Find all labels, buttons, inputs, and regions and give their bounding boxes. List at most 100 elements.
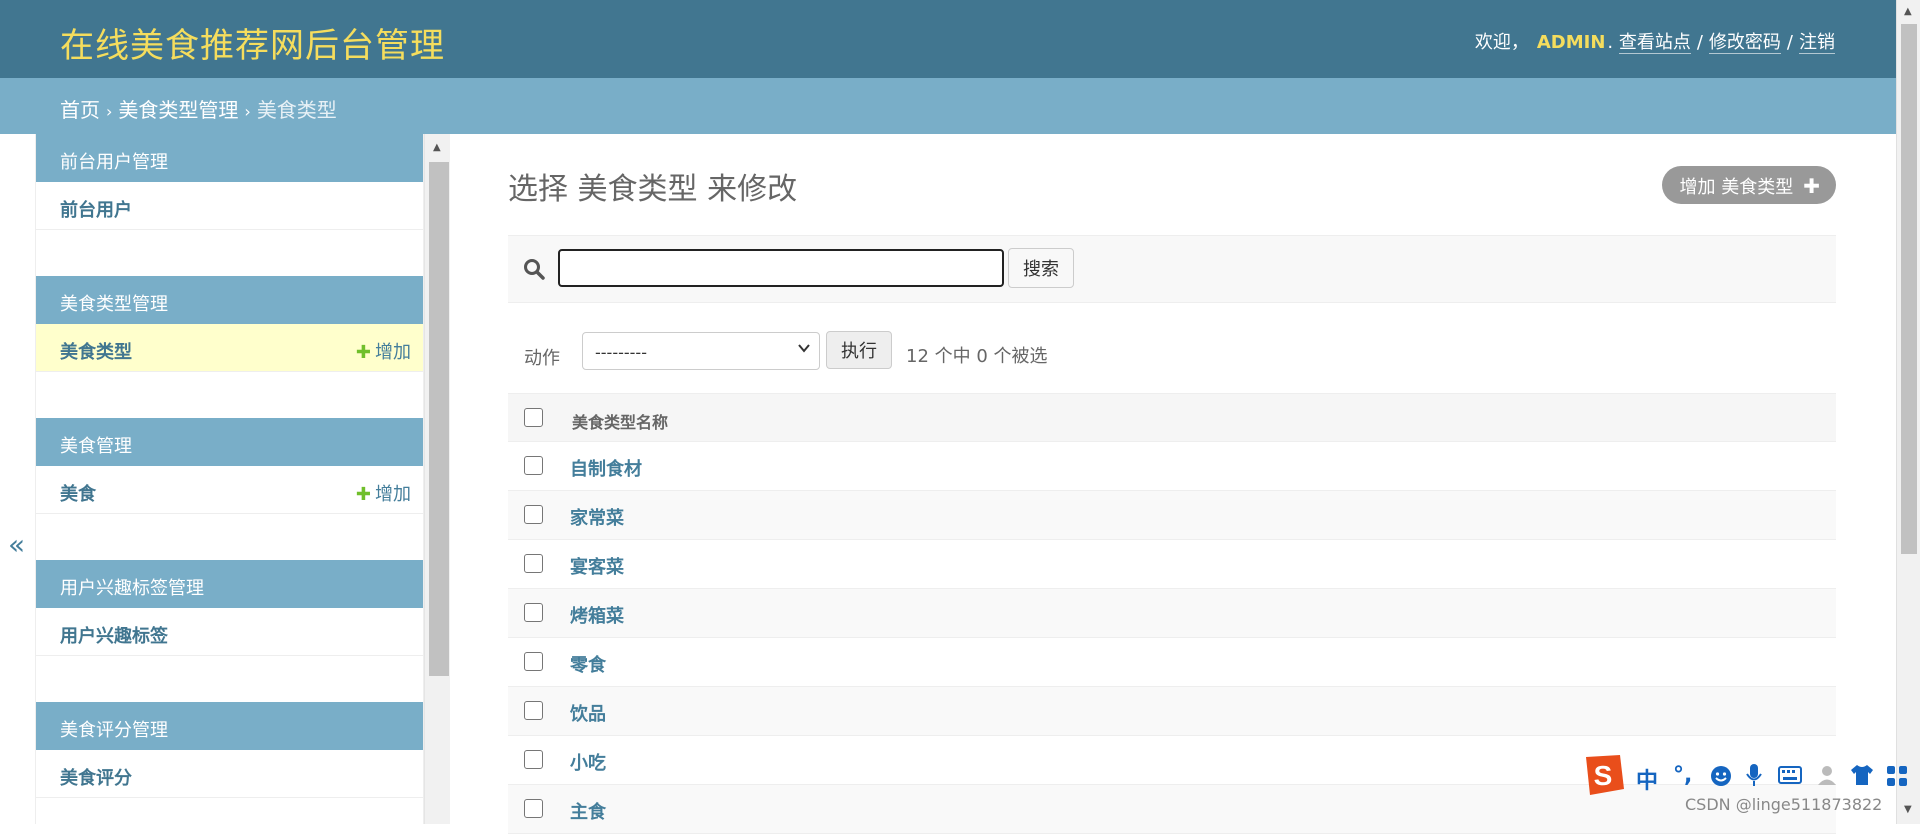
module-caption[interactable]: 美食评分管理 xyxy=(36,702,423,750)
select-all-checkbox[interactable] xyxy=(524,408,543,427)
plus-icon: ✚ xyxy=(355,342,371,363)
table-row: 饮品 xyxy=(508,687,1836,736)
module-caption[interactable]: 前台用户管理 xyxy=(36,134,423,182)
plus-icon: ✚ xyxy=(355,484,371,505)
row-link[interactable]: 家常菜 xyxy=(570,504,624,530)
module-frontend-users: 前台用户管理 前台用户 xyxy=(36,134,423,230)
sidebar-item-food[interactable]: 美食 ✚ 增加 xyxy=(36,466,423,514)
module-spacer xyxy=(36,230,423,276)
sidebar-item-food-types[interactable]: 美食类型 ✚ 增加 xyxy=(36,324,423,372)
user-account-icon[interactable] xyxy=(1816,764,1838,786)
table-row: 零食 xyxy=(508,638,1836,687)
module-caption[interactable]: 美食管理 xyxy=(36,418,423,466)
toolbox-grid-icon[interactable] xyxy=(1886,765,1908,787)
sidebar-toggle-bar[interactable]: « xyxy=(0,134,36,824)
sidebar-item-frontend-users[interactable]: 前台用户 xyxy=(36,182,423,230)
action-select[interactable]: --------- xyxy=(582,332,820,370)
collapse-sidebar-icon[interactable]: « xyxy=(8,528,25,561)
row-link[interactable]: 零食 xyxy=(570,651,606,677)
emoji-icon[interactable] xyxy=(1710,765,1732,787)
ime-toolbar: S 中 °, xyxy=(1580,753,1920,797)
page-title: 选择 美食类型 来修改 xyxy=(508,172,798,207)
sogou-logo-icon[interactable]: S xyxy=(1580,753,1626,797)
breadcrumb-separator: › xyxy=(106,102,113,121)
page-scrollbar-thumb[interactable] xyxy=(1901,24,1917,554)
add-food-link[interactable]: ✚ 增加 xyxy=(356,480,411,506)
module-spacer xyxy=(36,514,423,560)
separator: / xyxy=(1786,32,1793,53)
add-button-label: 增加 美食类型 xyxy=(1679,177,1794,198)
actions-label: 动作 xyxy=(524,348,560,369)
actions-bar: 动作 --------- 执行 12 个中 0 个被选 xyxy=(508,324,1836,382)
sidebar-scrollbar[interactable]: ▲ xyxy=(424,134,450,824)
run-action-button[interactable]: 执行 xyxy=(826,331,892,369)
row-checkbox[interactable] xyxy=(524,456,543,475)
module-caption[interactable]: 用户兴趣标签管理 xyxy=(36,560,423,608)
row-link[interactable]: 小吃 xyxy=(570,749,606,775)
svg-text:S: S xyxy=(1594,760,1613,791)
table-row: 自制食材 xyxy=(508,442,1836,491)
add-link-label: 增加 xyxy=(375,484,411,505)
table-row: 宴客菜 xyxy=(508,540,1836,589)
row-checkbox[interactable] xyxy=(524,505,543,524)
chevron-down-icon xyxy=(798,344,810,353)
sidebar-item-label[interactable]: 前台用户 xyxy=(60,200,132,221)
breadcrumb-current: 美食类型 xyxy=(256,98,337,122)
table-row: 家常菜 xyxy=(508,491,1836,540)
user-tools: 欢迎， ADMIN. 查看站点 / 修改密码 / 注销 xyxy=(1474,32,1835,54)
row-checkbox[interactable] xyxy=(524,750,543,769)
sidebar-item-ratings[interactable]: 美食评分 xyxy=(36,750,423,798)
sidebar-item-label[interactable]: 美食类型 xyxy=(60,342,132,363)
scroll-down-arrow-icon[interactable]: ▼ xyxy=(1904,804,1912,815)
logout-link[interactable]: 注销 xyxy=(1799,32,1835,54)
row-link[interactable]: 主食 xyxy=(570,798,606,824)
add-food-type-link[interactable]: ✚ 增加 xyxy=(356,338,411,364)
row-checkbox[interactable] xyxy=(524,603,543,622)
action-select-value: --------- xyxy=(595,343,647,362)
sidebar-item-label[interactable]: 用户兴趣标签 xyxy=(60,626,168,647)
ime-mode-toggle[interactable]: 中 xyxy=(1636,763,1658,795)
module-caption[interactable]: 美食类型管理 xyxy=(36,276,423,324)
search-input[interactable] xyxy=(558,249,1004,287)
breadcrumb-home[interactable]: 首页 xyxy=(60,98,100,122)
sidebar-item-label[interactable]: 美食 xyxy=(60,484,96,505)
sidebar-item-label[interactable]: 美食评分 xyxy=(60,768,132,789)
ime-punctuation-toggle[interactable]: °, xyxy=(1673,763,1692,788)
row-link[interactable]: 自制食材 xyxy=(570,455,642,481)
add-food-type-button[interactable]: 增加 美食类型 ✚ xyxy=(1661,166,1836,204)
module-ratings: 美食评分管理 美食评分 xyxy=(36,702,423,798)
change-password-link[interactable]: 修改密码 xyxy=(1708,32,1781,54)
scrollbar-thumb[interactable] xyxy=(429,162,449,676)
view-site-link[interactable]: 查看站点 xyxy=(1618,32,1691,54)
row-checkbox[interactable] xyxy=(524,799,543,818)
plus-icon: ✚ xyxy=(1803,174,1820,198)
scroll-up-arrow-icon[interactable]: ▲ xyxy=(1904,6,1912,17)
sidebar-item-interest-tags[interactable]: 用户兴趣标签 xyxy=(36,608,423,656)
module-food: 美食管理 美食 ✚ 增加 xyxy=(36,418,423,514)
table-row: 烤箱菜 xyxy=(508,589,1836,638)
module-interest-tags: 用户兴趣标签管理 用户兴趣标签 xyxy=(36,560,423,656)
header: 在线美食推荐网后台管理 欢迎， ADMIN. 查看站点 / 修改密码 / 注销 xyxy=(0,0,1896,78)
row-link[interactable]: 饮品 xyxy=(570,700,606,726)
column-header-name[interactable]: 美食类型名称 xyxy=(572,409,668,433)
username: ADMIN xyxy=(1536,32,1606,53)
page-scrollbar[interactable]: ▲ ▼ xyxy=(1896,0,1920,824)
module-spacer xyxy=(36,656,423,702)
skin-shirt-icon[interactable] xyxy=(1850,764,1874,786)
search-button[interactable]: 搜索 xyxy=(1008,248,1074,288)
row-checkbox[interactable] xyxy=(524,652,543,671)
scroll-up-arrow-icon[interactable]: ▲ xyxy=(433,142,441,153)
table-header-row: 美食类型名称 xyxy=(508,393,1836,442)
row-checkbox[interactable] xyxy=(524,701,543,720)
sidebar-nav: 前台用户管理 前台用户 美食类型管理 美食类型 ✚ 增加 美食管理 美食 ✚ 增加 … xyxy=(36,134,424,824)
row-link[interactable]: 烤箱菜 xyxy=(570,602,624,628)
keyboard-icon[interactable] xyxy=(1778,766,1802,784)
row-checkbox[interactable] xyxy=(524,554,543,573)
main-content: 选择 美食类型 来修改 增加 美食类型 ✚ 搜索 动作 --------- 执行 … xyxy=(508,134,1836,834)
breadcrumb-separator: › xyxy=(244,102,251,121)
row-link[interactable]: 宴客菜 xyxy=(570,553,624,579)
microphone-icon[interactable] xyxy=(1746,763,1762,787)
breadcrumb-app[interactable]: 美食类型管理 xyxy=(118,98,238,122)
module-food-types: 美食类型管理 美食类型 ✚ 增加 xyxy=(36,276,423,372)
site-brand[interactable]: 在线美食推荐网后台管理 xyxy=(60,18,445,67)
